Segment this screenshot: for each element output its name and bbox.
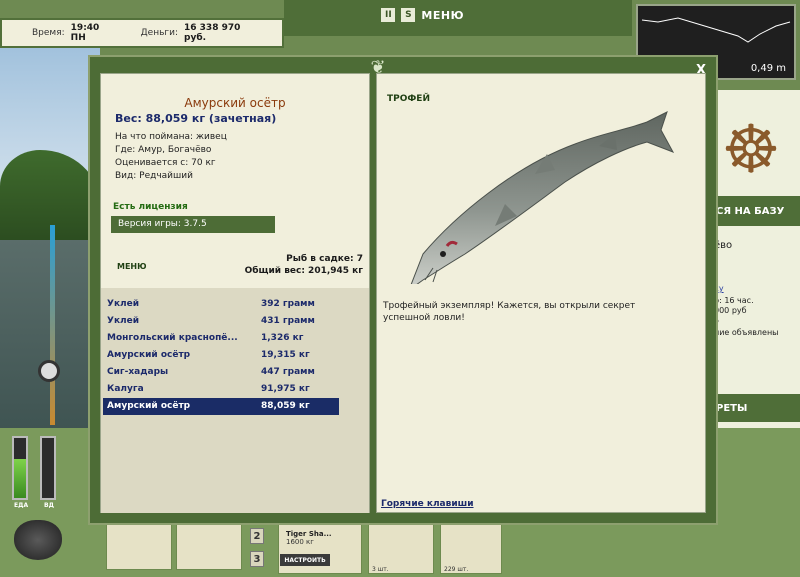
lure-name: Tiger Sha... <box>286 530 332 538</box>
time-value: 19:40 ПН <box>70 23 100 43</box>
catch-row[interactable]: Монгольский краснопё... 1,326 кг <box>101 330 369 347</box>
catch-row[interactable]: Сиг-хадары 447 грамм <box>101 364 369 381</box>
catch-list: Уклей 392 грамм Уклей 431 грамм Монгольский … <box>101 288 369 513</box>
location-info-3: 5 <box>712 316 800 325</box>
menu-button[interactable]: МЕНЮ <box>117 262 147 271</box>
slot-number-3[interactable]: 3 <box>250 551 264 567</box>
license-status: Есть лицензия <box>113 202 188 212</box>
trophy-tag: ТРОФЕЙ <box>387 94 430 104</box>
catch-name: Амурский осётр <box>107 350 191 360</box>
catch-location: Где: Амур, Богачёво <box>115 145 212 155</box>
money-label: Деньги: <box>140 28 179 38</box>
catch-weight: 88,059 кг <box>261 401 310 411</box>
game-version: Версия игры: 3.7.5 <box>111 216 275 233</box>
location-link[interactable]: ку <box>712 284 800 293</box>
food-meter <box>12 436 28 500</box>
catch-name: Амурский осётр <box>107 401 191 411</box>
catch-row[interactable]: Амурский осётр 88,059 кг <box>103 398 339 415</box>
hotkeys-link[interactable]: Горячие клавиши <box>381 499 474 509</box>
slot-number-2[interactable]: 2 <box>250 528 264 544</box>
go-to-base-button[interactable]: СЯ НА БАЗУ <box>712 196 800 226</box>
secrets-button[interactable]: РЕТЫ <box>712 394 800 422</box>
reel-icon[interactable] <box>38 360 60 382</box>
lure-weight: 1600 кг <box>286 538 314 546</box>
catch-weight: 1,326 кг <box>261 333 304 343</box>
fish-kind: Вид: Редчайший <box>115 171 193 181</box>
catch-row[interactable]: Амурский осётр 19,315 кг <box>101 347 369 364</box>
hook-count: 3 шт. <box>372 566 389 573</box>
catch-row[interactable]: Уклей 431 грамм <box>101 313 369 330</box>
time-label: Время: <box>32 28 65 38</box>
catch-row[interactable]: Уклей 392 грамм <box>101 296 369 313</box>
catch-name: Сиг-хадары <box>107 367 169 377</box>
catch-name: Уклей <box>107 299 140 309</box>
location-name: ёво <box>714 240 733 251</box>
status-bar: Время: 19:40 ПН Деньги: 16 338 970 руб. <box>0 18 284 48</box>
bait-slot[interactable] <box>106 520 172 570</box>
bucket-slot[interactable] <box>176 520 242 570</box>
catch-weight: 431 грамм <box>261 316 315 326</box>
ship-wheel-icon: ☸ <box>721 111 781 188</box>
fish-weight: Вес: 88,059 кг (зачетная) <box>115 112 277 125</box>
keepnet-weight: Общий вес: 201,945 кг <box>244 266 363 276</box>
pot-icon[interactable] <box>14 520 62 560</box>
depth-value: 0,49 m <box>750 63 786 74</box>
catch-row[interactable]: Калуга 91,975 кг <box>101 381 369 398</box>
trophy-message: Трофейный экземпляр! Кажется, вы открыли… <box>383 301 636 323</box>
pause-button[interactable]: II <box>381 8 396 22</box>
food-label: ЕДА <box>14 502 29 509</box>
vd-label: ВД <box>44 502 54 509</box>
money-value: 16 338 970 руб. <box>184 23 241 43</box>
fish-bait-count: 229 шт. <box>444 566 469 573</box>
food-meter-fill <box>14 459 26 498</box>
catch-weight: 19,315 кг <box>261 350 310 360</box>
trophy-panel: ТРОФЕЙ Трофейный экземпляр! Кажется, вы … <box>376 73 706 513</box>
sound-button[interactable]: S <box>401 8 416 22</box>
fish-info-panel: Амурский осётр Вес: 88,059 кг (зачетная)… <box>100 73 370 513</box>
setup-button[interactable]: НАСТРОИТЬ <box>280 554 330 566</box>
location-info-1: р: 16 час. <box>714 296 754 305</box>
catch-name: Монгольский краснопё... <box>107 333 238 343</box>
fish-name: Амурский осётр <box>184 96 286 110</box>
fishing-rod[interactable] <box>50 225 55 425</box>
caught-on: На что поймана: живец <box>115 132 227 142</box>
sturgeon-image <box>410 111 675 284</box>
valued-from: Оценивается с: 70 кг <box>115 158 216 168</box>
catch-weight: 447 грамм <box>261 367 315 377</box>
main-menu-button[interactable]: МЕНЮ <box>421 9 464 22</box>
location-info-2: 000 руб <box>714 306 747 315</box>
catch-weight: 392 грамм <box>261 299 315 309</box>
trophy-dialog: ❦ X Амурский осётр Вес: 88,059 кг (зачет… <box>88 55 718 525</box>
vd-meter <box>40 436 56 500</box>
game-header: II S МЕНЮ <box>284 0 632 36</box>
location-info-4: ние объявлены <box>714 328 779 337</box>
catch-weight: 91,975 кг <box>261 384 310 394</box>
keepnet-count: Рыб в садке: 7 <box>286 254 363 264</box>
catch-name: Калуга <box>107 384 144 394</box>
catch-name: Уклей <box>107 316 140 326</box>
